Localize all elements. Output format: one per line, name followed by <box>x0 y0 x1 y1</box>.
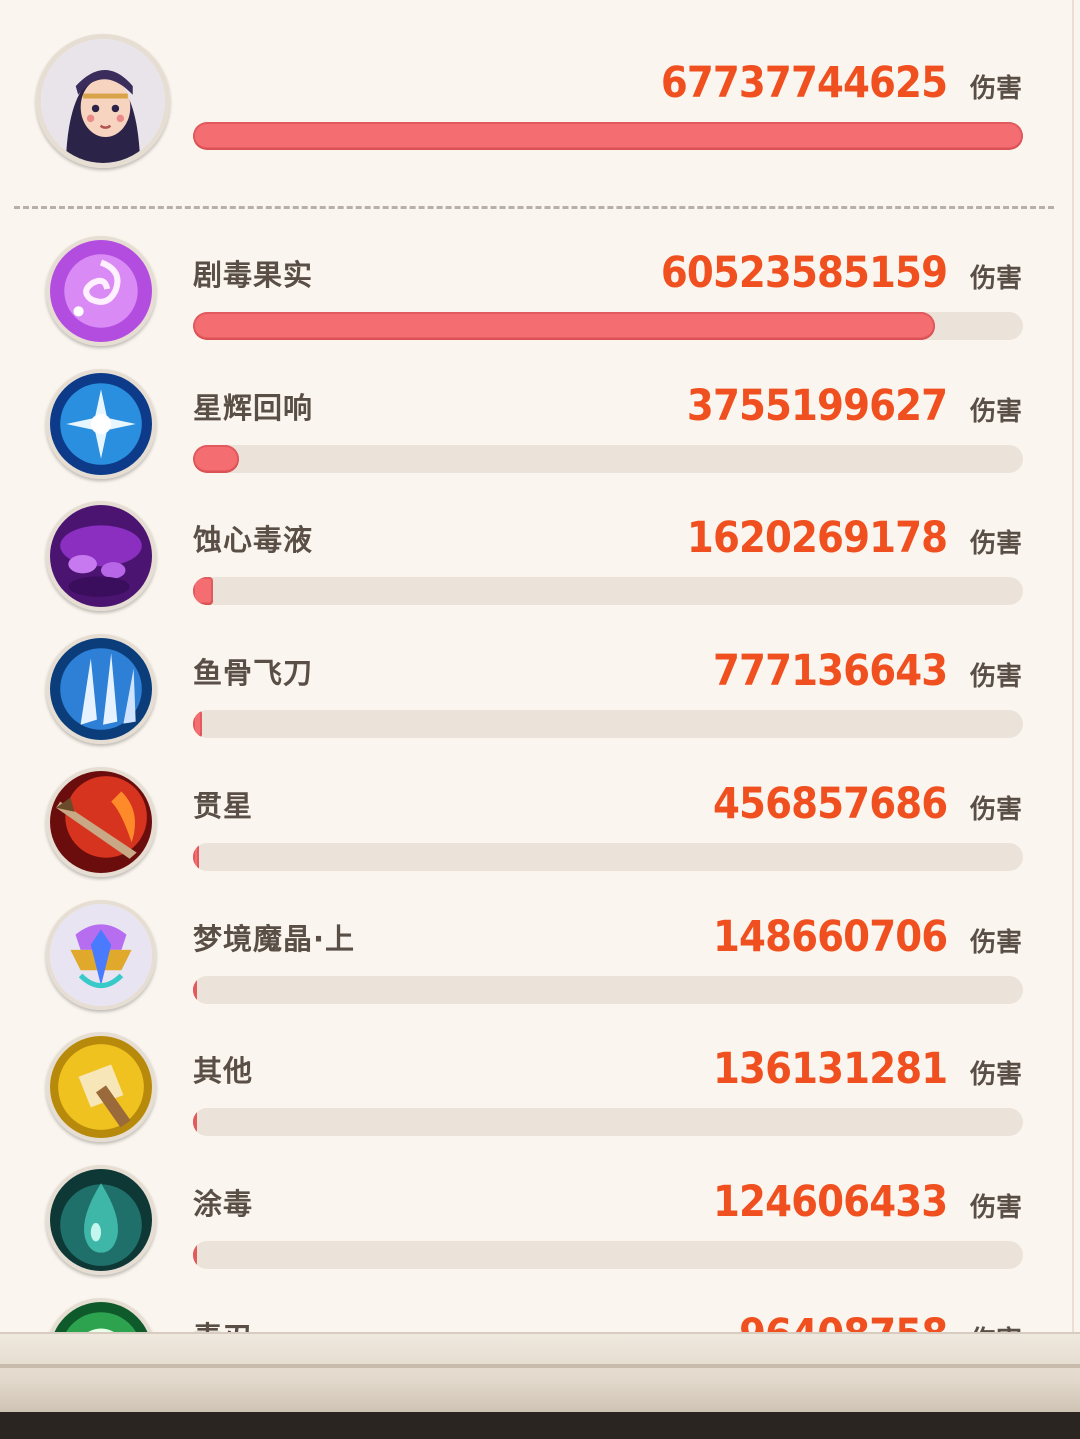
skill-damage-unit: 伤害 <box>969 264 1022 294</box>
skill-damage-bar <box>193 976 1023 1004</box>
poison-liquid-icon <box>46 501 156 611</box>
skill-damage-unit: 伤害 <box>969 928 1022 958</box>
skill-damage-bar-fill <box>193 1241 197 1269</box>
bottom-scroll-bar <box>0 1332 1080 1439</box>
skill-damage-bar <box>193 710 1023 738</box>
skill-name: 剧毒果实 <box>193 258 314 292</box>
skill-damage-bar <box>193 445 1023 473</box>
section-divider <box>14 206 1054 209</box>
skill-damage-unit: 伤害 <box>969 1060 1022 1090</box>
poison-drop-icon <box>46 1165 156 1275</box>
skill-name: 蚀心毒液 <box>193 523 314 557</box>
skill-damage-bar <box>193 1241 1023 1269</box>
skill-row: 其他 136131281 伤害 <box>0 1018 1072 1148</box>
skill-row: 梦境魔晶·上 148660706 伤害 <box>0 886 1072 1016</box>
skill-name: 贯星 <box>193 789 254 823</box>
skill-damage-value: 456857686 <box>712 779 948 829</box>
skill-damage-bar <box>193 577 1023 605</box>
hero-damage-bar <box>193 122 1023 150</box>
skill-damage-bar-fill <box>193 843 199 871</box>
skill-damage-unit: 伤害 <box>969 795 1022 825</box>
skill-row: 蚀心毒液 1620269178 伤害 <box>0 487 1072 617</box>
skill-damage-value: 148660706 <box>712 912 948 962</box>
skill-damage-unit: 伤害 <box>969 529 1022 559</box>
skill-row: 星辉回响 3755199627 伤害 <box>0 355 1072 485</box>
skill-damage-bar <box>193 843 1023 871</box>
skill-damage-value: 96408758 <box>739 1310 948 1332</box>
skill-damage-unit: 伤害 <box>970 1320 1022 1332</box>
skill-row: 剧毒果实 60523585159 伤害 <box>0 222 1072 352</box>
skill-damage-value: 60523585159 <box>660 248 948 298</box>
skill-row: 贯星 456857686 伤害 <box>0 753 1072 883</box>
star-echo-icon <box>46 369 156 479</box>
skill-damage-value: 1620269178 <box>686 513 948 563</box>
poison-fruit-icon <box>46 236 156 346</box>
skill-damage-unit: 伤害 <box>969 662 1022 692</box>
skill-name: 梦境魔晶·上 <box>193 922 356 956</box>
fishbone-knife-icon <box>46 634 156 744</box>
skill-damage-value: 124606433 <box>712 1177 948 1227</box>
damage-stats-panel[interactable]: 67737744625 伤害 剧毒果实 60523585159 伤害 星辉回响 … <box>0 0 1074 1332</box>
piercing-star-icon <box>46 767 156 877</box>
dream-crystal-icon <box>46 900 156 1010</box>
skill-damage-value: 777136643 <box>712 646 948 696</box>
skill-damage-bar <box>193 1108 1023 1136</box>
hero-row: 67737744625 伤害 <box>0 0 1072 200</box>
skill-row: 鱼骨飞刀 777136643 伤害 <box>0 620 1072 750</box>
skill-damage-bar-fill <box>193 1108 197 1136</box>
skill-name: 涂毒 <box>193 1187 254 1221</box>
skill-damage-unit: 伤害 <box>969 1193 1022 1223</box>
hero-damage-unit: 伤害 <box>969 74 1022 104</box>
scroll-paper-edge <box>0 1332 1080 1412</box>
skill-damage-bar-fill <box>193 312 936 340</box>
hero-avatar-icon <box>36 34 170 168</box>
skill-damage-bar-fill <box>193 710 203 738</box>
skill-damage-bar <box>193 312 1023 340</box>
skill-damage-value: 3755199627 <box>686 381 948 431</box>
skill-name: 其他 <box>193 1054 254 1088</box>
hero-damage-value: 67737744625 <box>660 58 948 108</box>
skill-name: 鱼骨飞刀 <box>193 656 314 690</box>
poison-blade-icon <box>46 1298 156 1332</box>
skill-damage-bar-fill <box>193 976 197 1004</box>
skill-damage-unit: 伤害 <box>969 397 1022 427</box>
skill-damage-bar-fill <box>193 577 213 605</box>
skill-name: 星辉回响 <box>193 391 314 425</box>
skill-damage-bar-fill <box>193 445 239 473</box>
skill-row: 涂毒 124606433 伤害 <box>0 1151 1072 1281</box>
skill-damage-value: 136131281 <box>712 1044 948 1094</box>
hammer-icon <box>46 1032 156 1142</box>
skill-name: 毒刃 <box>193 1314 253 1332</box>
skill-row: 毒刃 96408758 伤害 <box>0 1284 1072 1332</box>
hero-damage-bar-fill <box>193 122 1023 150</box>
